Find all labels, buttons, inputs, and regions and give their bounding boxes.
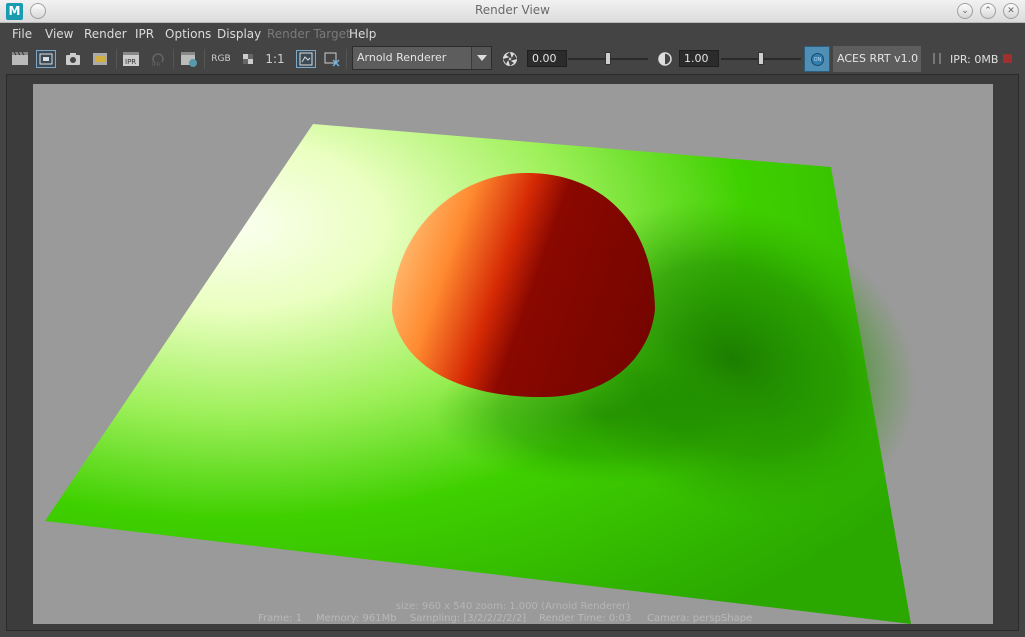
render-info-time: Render Time: 0:03 [539,613,632,624]
exposure-icon[interactable] [500,50,520,68]
render-info-memory: Memory: 961Mb [316,613,397,624]
menu-options[interactable]: Options [165,27,211,41]
minimize-button[interactable]: ⌄ [957,3,973,19]
menu-ipr[interactable]: IPR [135,27,154,41]
svg-text:IPR: IPR [152,62,160,68]
menu-bar: File View Render IPR Options Display Ren… [0,23,1025,45]
menu-help[interactable]: Help [349,27,376,41]
rgb-channel-button[interactable]: RGB [209,50,233,68]
redo-render-icon[interactable] [10,50,30,68]
render-settings-icon[interactable] [179,50,199,68]
ipr-stop-icon[interactable] [1003,54,1012,63]
gamma-field[interactable]: 1.00 [679,50,719,67]
render-info-frame: Frame: 1 [258,613,303,624]
rgb-channel-label: RGB [211,54,231,64]
display-window-icon[interactable] [296,50,316,68]
render-sequence-icon[interactable] [90,50,110,68]
menu-display[interactable]: Display [217,27,261,41]
ipr-memory-status: IPR: 0MB [950,53,999,66]
render-info-size: size: 960 x 540 zoom: 1.000 (Arnold Rend… [396,601,630,612]
rendered-image[interactable]: size: 960 x 540 zoom: 1.000 (Arnold Rend… [33,84,993,624]
renderer-label: Arnold Renderer [357,51,447,64]
maximize-button[interactable]: ⌃ [980,3,996,19]
renderer-dropdown[interactable]: Arnold Renderer [352,46,492,70]
menu-file[interactable]: File [12,27,32,41]
gamma-slider-handle[interactable] [758,52,764,65]
real-size-button[interactable]: 1:1 [263,50,287,68]
chevron-down-icon [471,47,491,69]
window-title: Render View [474,3,550,17]
ipr-render-icon[interactable]: IPR [121,50,141,68]
view-transform-toggle[interactable]: ON [804,46,830,72]
view-transform-on-icon: ON [811,53,824,66]
render-region-icon[interactable] [36,50,56,68]
close-button[interactable]: ✕ [1003,3,1019,19]
exposure-slider-handle[interactable] [605,52,611,65]
title-bar: M Render View ⌄ ⌃ ✕ [0,0,1025,23]
menu-view[interactable]: View [45,27,73,41]
render-info-camera: Camera: perspShape [647,613,753,624]
render-info-sampling: Sampling: [3/2/2/2/2/2] [410,613,527,624]
ipr-pause-icon[interactable] [933,53,941,64]
render-scene: size: 960 x 540 zoom: 1.000 (Arnold Rend… [45,124,917,624]
menu-render-target: Render Target [267,27,351,41]
exposure-field[interactable]: 0.00 [527,50,567,67]
snapshot-icon[interactable] [63,50,83,68]
view-transform-label[interactable]: ACES RRT v1.0 [833,46,921,72]
gamma-icon[interactable] [655,50,675,68]
alpha-channel-icon[interactable] [238,50,258,68]
ipr-refresh-icon[interactable]: IPR [148,50,168,68]
svg-text:IPR: IPR [125,58,136,66]
menu-render[interactable]: Render [84,27,127,41]
remove-image-icon[interactable] [322,50,342,68]
